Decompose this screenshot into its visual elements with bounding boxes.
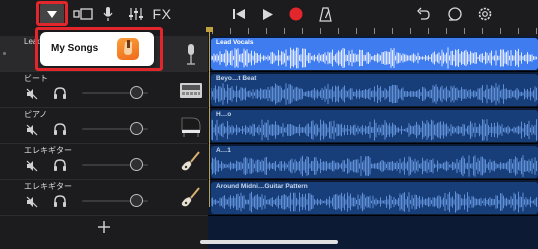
audio-region[interactable]: Around Midni…Guitar Pattern: [211, 182, 538, 214]
track-name: エレキギター: [24, 146, 72, 155]
top-toolbar: FX: [0, 0, 538, 28]
ruler-tick: [536, 28, 537, 34]
ruler-tick: [230, 28, 231, 34]
record-button[interactable]: [287, 3, 305, 25]
waveform: [211, 191, 537, 213]
microphone-icon: [178, 42, 204, 66]
add-track-button[interactable]: [96, 219, 112, 235]
headphones-icon[interactable]: [53, 86, 67, 100]
view-toggle-button[interactable]: [72, 3, 94, 25]
loop-browser-button[interactable]: [446, 3, 464, 25]
electric-guitar-icon: [178, 150, 204, 174]
ruler-tick: [248, 28, 249, 34]
gear-icon: [478, 7, 492, 21]
track-name: エレキギター: [24, 182, 72, 191]
volume-slider-knob[interactable]: [130, 194, 144, 207]
audio-region[interactable]: A…1: [211, 146, 538, 178]
ruler-tick: [302, 28, 303, 34]
headphones-icon[interactable]: [53, 194, 67, 208]
settings-button[interactable]: [476, 3, 494, 25]
ruler-tick: [428, 28, 429, 34]
garageband-app-icon: [117, 38, 139, 60]
ruler-tick: [518, 28, 519, 34]
waveform: [211, 47, 537, 69]
ruler-tick: [500, 28, 501, 34]
ruler-tick: [482, 28, 483, 34]
ruler-tick: [356, 28, 357, 34]
region-name: A…1: [216, 147, 231, 154]
record-icon: [289, 7, 303, 21]
mute-icon[interactable]: [26, 195, 38, 208]
undo-icon: [417, 7, 430, 20]
track-name: ピアノ: [24, 110, 48, 119]
ruler-tick: [284, 28, 285, 34]
region-name: Beyo…t Beat: [216, 75, 257, 82]
selected-indicator: [3, 52, 6, 55]
track-header[interactable]: エレキギター: [0, 180, 208, 216]
grand-piano-icon: [178, 114, 204, 138]
region-name: Around Midni…Guitar Pattern: [216, 183, 308, 190]
track-lanes: Lead Vocals Beyo…t Beat H…o A…1 Around Midni…: [208, 36, 538, 249]
volume-slider-knob[interactable]: [130, 158, 144, 171]
rewind-button[interactable]: [230, 3, 248, 25]
track-header[interactable]: エレキギター: [0, 144, 208, 180]
mixer-sliders-icon: [129, 8, 143, 20]
audio-region[interactable]: Beyo…t Beat: [211, 74, 538, 106]
undo-button[interactable]: [414, 3, 432, 25]
track-lane: Lead Vocals: [208, 36, 538, 72]
garageband-app: FX Lead Vocals ビートピアノエレキギターエレキギター Lead Vo…: [0, 0, 538, 249]
ruler-tick: [446, 28, 447, 34]
microphone-button[interactable]: [100, 3, 116, 25]
my-songs-popup[interactable]: My Songs: [40, 32, 154, 66]
mute-icon[interactable]: [26, 159, 38, 172]
audio-region[interactable]: H…o: [211, 110, 538, 142]
loop-icon: [448, 7, 462, 21]
go-to-beginning-icon: [233, 9, 245, 19]
audio-region[interactable]: Lead Vocals: [211, 38, 538, 70]
volume-slider-knob[interactable]: [130, 86, 144, 99]
ruler-tick: [266, 28, 267, 34]
region-name: Lead Vocals: [216, 39, 254, 46]
metronome-button[interactable]: [316, 3, 334, 25]
volume-slider-knob[interactable]: [130, 122, 144, 135]
play-button[interactable]: [259, 3, 277, 25]
playhead[interactable]: [209, 27, 210, 207]
ruler-tick: [392, 28, 393, 34]
ruler-tick: [374, 28, 375, 34]
waveform: [211, 83, 537, 105]
track-name: ビート: [24, 74, 48, 83]
home-indicator: [200, 240, 338, 244]
mixer-button[interactable]: [127, 3, 145, 25]
my-songs-label: My Songs: [51, 43, 99, 54]
mute-icon[interactable]: [26, 123, 38, 136]
electric-guitar-icon: [178, 186, 204, 210]
track-header[interactable]: ビート: [0, 72, 208, 108]
headphones-icon[interactable]: [53, 122, 67, 136]
ruler-tick: [338, 28, 339, 34]
track-header[interactable]: ピアノ: [0, 108, 208, 144]
microphone-icon: [103, 7, 113, 21]
track-lane: H…o: [208, 108, 538, 144]
track-lane: Beyo…t Beat: [208, 72, 538, 108]
fx-label: FX: [152, 6, 172, 22]
metronome-icon: [318, 6, 332, 22]
drum-machine-icon: [178, 78, 204, 102]
ruler-tick: [410, 28, 411, 34]
ruler-tick: [464, 28, 465, 34]
plus-icon: [98, 221, 110, 233]
timeline-ruler[interactable]: [208, 28, 538, 36]
play-icon: [263, 8, 273, 20]
track-lane: Around Midni…Guitar Pattern: [208, 180, 538, 216]
fx-button[interactable]: FX: [151, 3, 173, 25]
mute-icon[interactable]: [26, 87, 38, 100]
waveform: [211, 119, 537, 141]
menu-button-highlight: [36, 1, 68, 26]
tracks-view-icon: [73, 8, 93, 20]
waveform: [211, 155, 537, 177]
track-lane: A…1: [208, 144, 538, 180]
region-name: H…o: [216, 111, 232, 118]
ruler-tick: [320, 28, 321, 34]
headphones-icon[interactable]: [53, 158, 67, 172]
